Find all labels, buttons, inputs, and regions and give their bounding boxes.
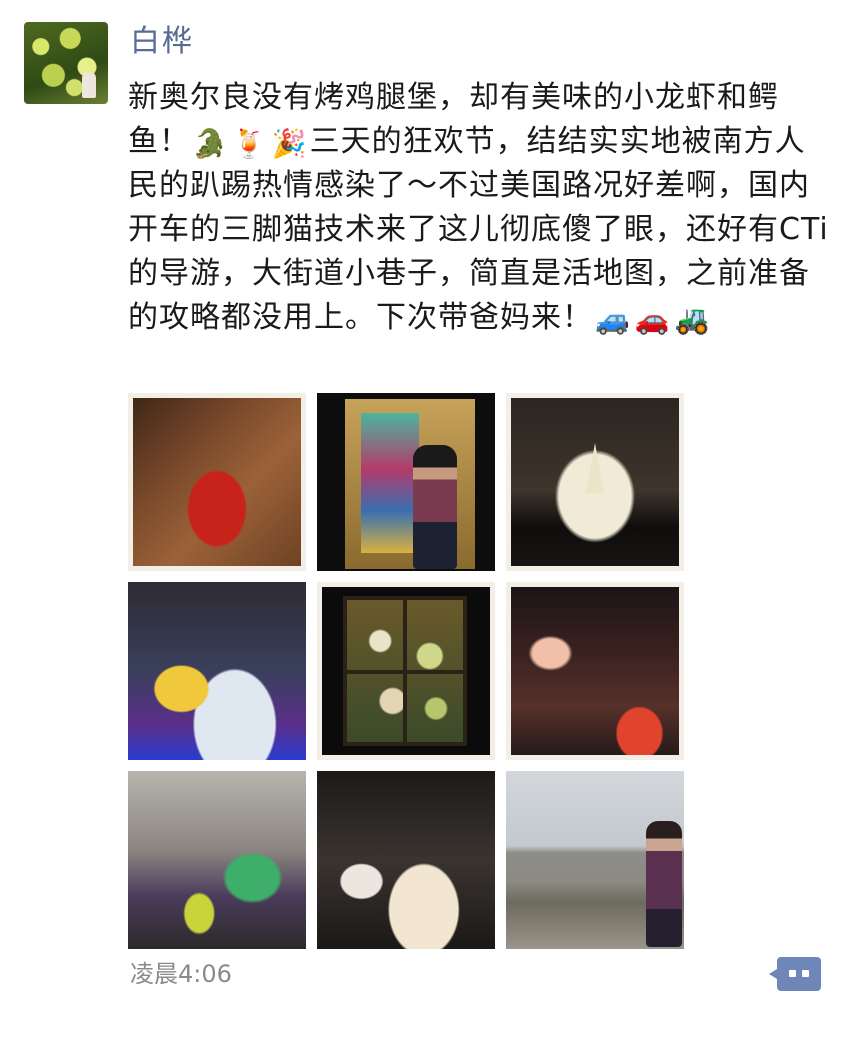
photo-window-display[interactable] <box>317 582 495 760</box>
tractor-emoji-icon: 🚜 <box>674 303 711 336</box>
comment-bubble-tail <box>769 969 777 979</box>
photo-riverside[interactable] <box>506 771 684 949</box>
photo-restaurant-food[interactable] <box>317 771 495 949</box>
photo-grid <box>128 393 684 949</box>
photo-parade-street[interactable] <box>128 771 306 949</box>
photo-cathedral-night[interactable] <box>506 393 684 571</box>
photo-drink[interactable] <box>128 393 306 571</box>
comment-dot-icon <box>802 970 809 977</box>
mural-shape <box>361 413 419 553</box>
person-shape <box>413 445 457 569</box>
post-timestamp: 凌晨4:06 <box>130 960 232 988</box>
window-frame-horizontal <box>343 670 467 674</box>
comment-dot-icon <box>789 970 796 977</box>
avatar[interactable] <box>24 22 108 104</box>
photo-mural-door[interactable] <box>317 393 495 571</box>
photo-street-crowd[interactable] <box>506 582 684 760</box>
photo-parade-float[interactable] <box>128 582 306 760</box>
car-emoji-icon: 🚗 <box>634 303 671 336</box>
post-text: 新奥尔良没有烤鸡腿堡，却有美味的小龙虾和鳄鱼！🐊 🍹 🎉三天的狂欢节，结结实实地被南… <box>128 76 834 340</box>
comment-button[interactable] <box>769 957 821 991</box>
author-name[interactable]: 白桦 <box>130 22 194 62</box>
person-shape <box>646 821 682 947</box>
crocodile-emoji-icon: 🐊 <box>192 127 228 160</box>
spire-shape <box>586 443 604 493</box>
tropical-drink-emoji-icon: 🍹 <box>231 127 268 160</box>
avatar-figure <box>82 72 96 98</box>
party-popper-emoji-icon: 🎉 <box>271 127 308 160</box>
suv-emoji-icon: 🚙 <box>595 303 631 336</box>
